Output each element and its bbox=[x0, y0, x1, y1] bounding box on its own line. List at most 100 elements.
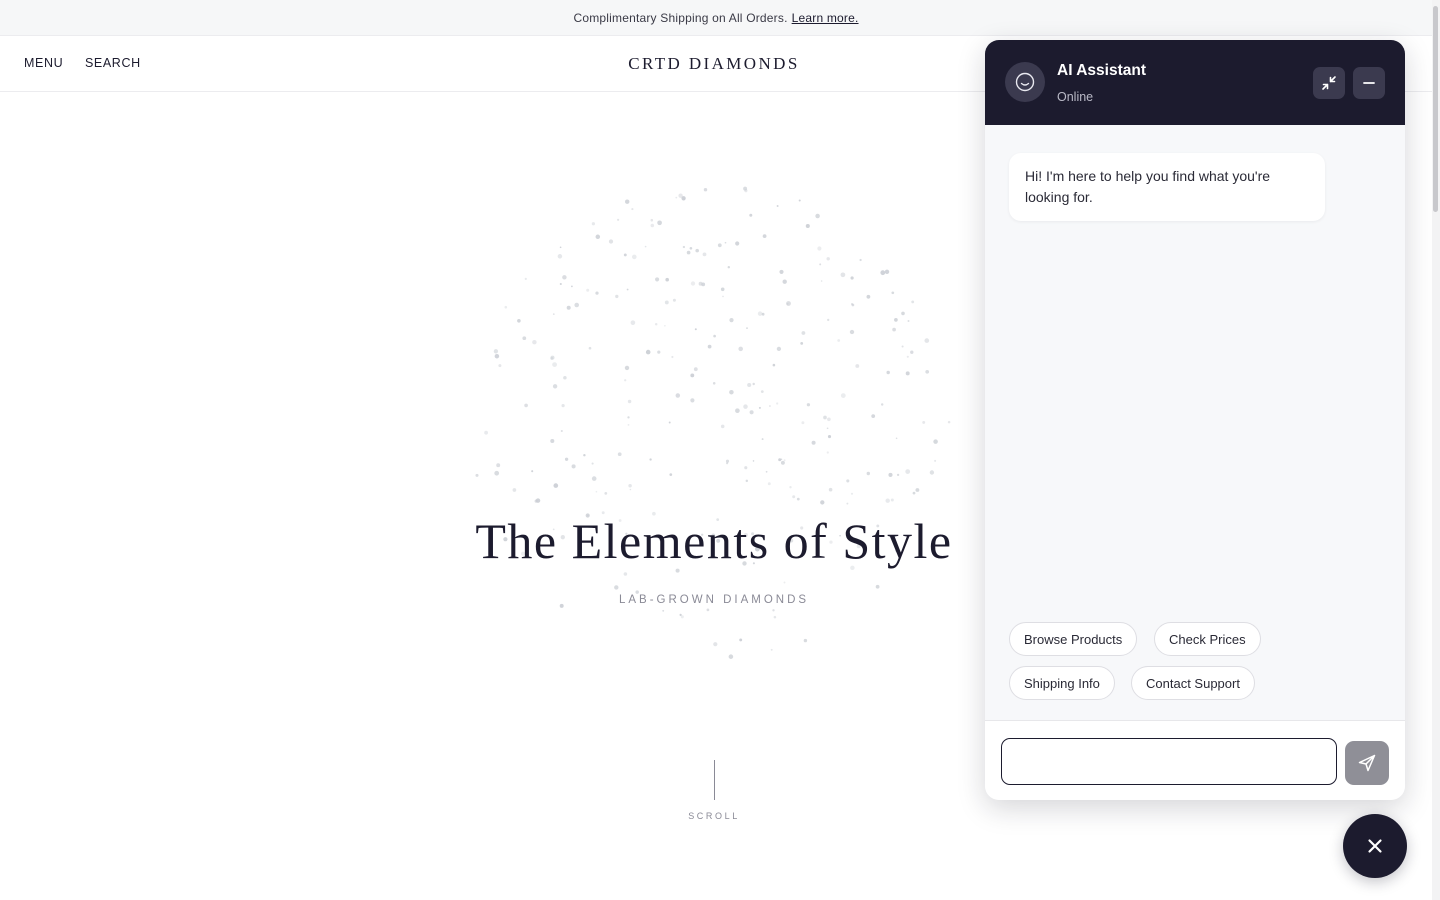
sparkle-dot bbox=[885, 498, 890, 503]
sparkle-dot bbox=[553, 483, 559, 488]
sparkle-dot bbox=[891, 291, 895, 295]
sparkle-dot bbox=[846, 479, 850, 483]
minimize-button[interactable] bbox=[1353, 67, 1385, 99]
sparkle-dot bbox=[726, 462, 729, 465]
send-button[interactable] bbox=[1345, 741, 1389, 785]
sparkle-dot bbox=[665, 277, 669, 282]
sparkle-dot bbox=[552, 384, 558, 389]
sparkle-dot bbox=[820, 500, 825, 505]
sparkle-dot bbox=[901, 345, 904, 348]
sparkle-dot bbox=[717, 243, 722, 248]
sparkle-dot bbox=[796, 497, 800, 501]
collapse-button[interactable] bbox=[1313, 67, 1345, 99]
chat-input-area bbox=[985, 720, 1405, 800]
minimize-icon bbox=[1363, 82, 1375, 84]
sparkle-dot bbox=[512, 488, 517, 492]
sparkle-dot bbox=[871, 414, 876, 418]
sparkle-dot bbox=[801, 421, 805, 425]
sparkle-dot bbox=[668, 421, 671, 424]
sparkle-dot bbox=[645, 349, 651, 355]
sparkle-dot bbox=[884, 269, 890, 275]
sparkle-dot bbox=[560, 429, 563, 433]
sparkle-dot bbox=[805, 223, 810, 229]
sparkle-dot bbox=[591, 462, 594, 465]
sparkle-dot bbox=[494, 470, 500, 476]
chat-message-input[interactable] bbox=[1001, 738, 1337, 785]
sparkle-dot bbox=[827, 318, 830, 322]
chat-widget: AI Assistant Online Hi! I'm here to help… bbox=[985, 40, 1405, 800]
sparkle-dot bbox=[561, 404, 565, 408]
sparkle-dot bbox=[707, 344, 712, 349]
assistant-message: Hi! I'm here to help you find what you'r… bbox=[1009, 153, 1325, 221]
sparkle-dot bbox=[892, 327, 896, 332]
sparkle-dot bbox=[806, 403, 811, 407]
sparkle-dot bbox=[826, 451, 829, 454]
sparkle-dot bbox=[657, 220, 662, 226]
sparkle-dot bbox=[604, 492, 608, 495]
quick-reply-shipping-info[interactable]: Shipping Info bbox=[1009, 666, 1115, 700]
sparkle-dot bbox=[778, 458, 782, 462]
quick-reply-browse-products[interactable]: Browse Products bbox=[1009, 622, 1138, 656]
sparkle-dot bbox=[706, 608, 710, 612]
learn-more-link[interactable]: Learn more. bbox=[792, 11, 859, 25]
quick-reply-check-prices[interactable]: Check Prices bbox=[1154, 622, 1261, 656]
sparkle-dot bbox=[866, 471, 871, 476]
sparkle-dot bbox=[694, 328, 697, 331]
sparkle-dot bbox=[675, 393, 681, 398]
sparkle-dot bbox=[776, 205, 779, 207]
sparkle-dot bbox=[591, 476, 597, 481]
sparkle-dot bbox=[746, 327, 748, 329]
sparkle-dot bbox=[815, 213, 820, 219]
sparkle-dot bbox=[866, 294, 871, 299]
sparkle-dot bbox=[800, 342, 804, 345]
sparkle-dot bbox=[628, 483, 632, 488]
sparkle-dot bbox=[563, 376, 567, 380]
send-icon bbox=[1358, 754, 1376, 772]
sparkle-dot bbox=[494, 353, 500, 359]
sparkle-dot bbox=[624, 365, 630, 371]
sparkle-dot bbox=[933, 439, 938, 444]
sparkle-dot bbox=[770, 648, 773, 651]
sparkle-dot bbox=[826, 257, 830, 261]
sparkle-dot bbox=[828, 487, 833, 492]
page-scrollbar-thumb[interactable] bbox=[1433, 6, 1438, 212]
sparkle-dot bbox=[627, 399, 632, 404]
sparkle-dot bbox=[727, 266, 730, 269]
sparkle-dot bbox=[823, 415, 827, 420]
close-chat-button[interactable] bbox=[1343, 814, 1407, 878]
sparkle-dot bbox=[632, 254, 637, 260]
sparkle-dot bbox=[623, 253, 627, 257]
sparkle-dot bbox=[664, 324, 666, 327]
sparkle-dot bbox=[749, 213, 753, 217]
sparkle-dot bbox=[894, 318, 898, 322]
sparkle-dot bbox=[780, 460, 785, 465]
sparkle-dot bbox=[773, 615, 777, 619]
sparkle-dot bbox=[735, 408, 740, 414]
sparkle-dot bbox=[855, 364, 860, 368]
sparkle-dot bbox=[682, 245, 686, 249]
sparkle-dot bbox=[849, 329, 855, 335]
sparkle-dot bbox=[826, 427, 829, 430]
sparkle-dot bbox=[690, 281, 696, 286]
sparkle-dot bbox=[776, 402, 779, 405]
sparkle-dot bbox=[562, 275, 567, 280]
quick-reply-contact-support[interactable]: Contact Support bbox=[1131, 666, 1255, 700]
sparkle-dot bbox=[739, 638, 743, 642]
sparkle-dot bbox=[713, 642, 718, 647]
sparkle-dot bbox=[840, 272, 846, 278]
sparkle-dot bbox=[571, 464, 576, 469]
collapse-icon bbox=[1322, 76, 1336, 90]
sparkle-dot bbox=[735, 241, 740, 246]
sparkle-dot bbox=[747, 382, 752, 388]
sparkle-dot bbox=[591, 222, 596, 226]
scroll-label[interactable]: SCROLL bbox=[0, 811, 1428, 821]
smile-icon bbox=[1005, 62, 1045, 102]
sparkle-dot bbox=[934, 459, 937, 462]
sparkle-dot bbox=[657, 350, 661, 354]
sparkle-dot bbox=[859, 258, 862, 262]
sparkle-dot bbox=[776, 346, 782, 352]
sparkle-dot bbox=[626, 288, 629, 291]
sparkle-dot bbox=[758, 406, 761, 409]
sparkle-dot bbox=[475, 473, 479, 477]
sparkle-dot bbox=[720, 287, 725, 292]
